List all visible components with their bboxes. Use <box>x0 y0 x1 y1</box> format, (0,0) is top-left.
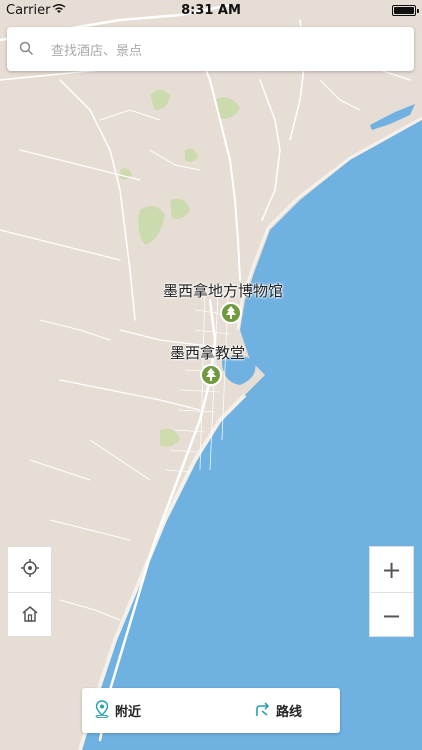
bottom-action-bar: 附近 路线 <box>82 688 340 733</box>
route-icon <box>254 700 272 722</box>
status-bar: Carrier 8:31 AM <box>0 0 422 22</box>
home-icon <box>20 604 40 628</box>
zoom-controls: + − <box>369 546 414 637</box>
status-time: 8:31 AM <box>181 3 241 18</box>
route-button[interactable]: 路线 <box>254 688 302 733</box>
home-button[interactable] <box>8 593 51 638</box>
zoom-in-button[interactable]: + <box>370 547 413 592</box>
crosshair-icon <box>20 558 40 582</box>
zoom-out-button[interactable]: − <box>370 593 413 638</box>
tree-icon[interactable] <box>200 364 222 386</box>
poi-label-museum[interactable]: 墨西拿地方博物馆 <box>163 280 283 301</box>
battery-icon <box>392 5 419 16</box>
locate-button[interactable] <box>8 547 51 592</box>
search-icon <box>19 41 34 60</box>
search-bar[interactable]: 查找酒店、景点 <box>7 27 414 71</box>
map-tools <box>7 546 52 637</box>
poi-label-church[interactable]: 墨西拿教堂 <box>170 342 245 363</box>
route-label: 路线 <box>276 705 303 720</box>
nearby-button[interactable]: 附近 <box>94 688 141 733</box>
location-pin-icon <box>94 699 110 722</box>
battery-level <box>394 7 414 14</box>
search-placeholder[interactable]: 查找酒店、景点 <box>51 40 142 59</box>
nearby-label: 附近 <box>115 705 142 720</box>
tree-icon[interactable] <box>220 302 242 324</box>
